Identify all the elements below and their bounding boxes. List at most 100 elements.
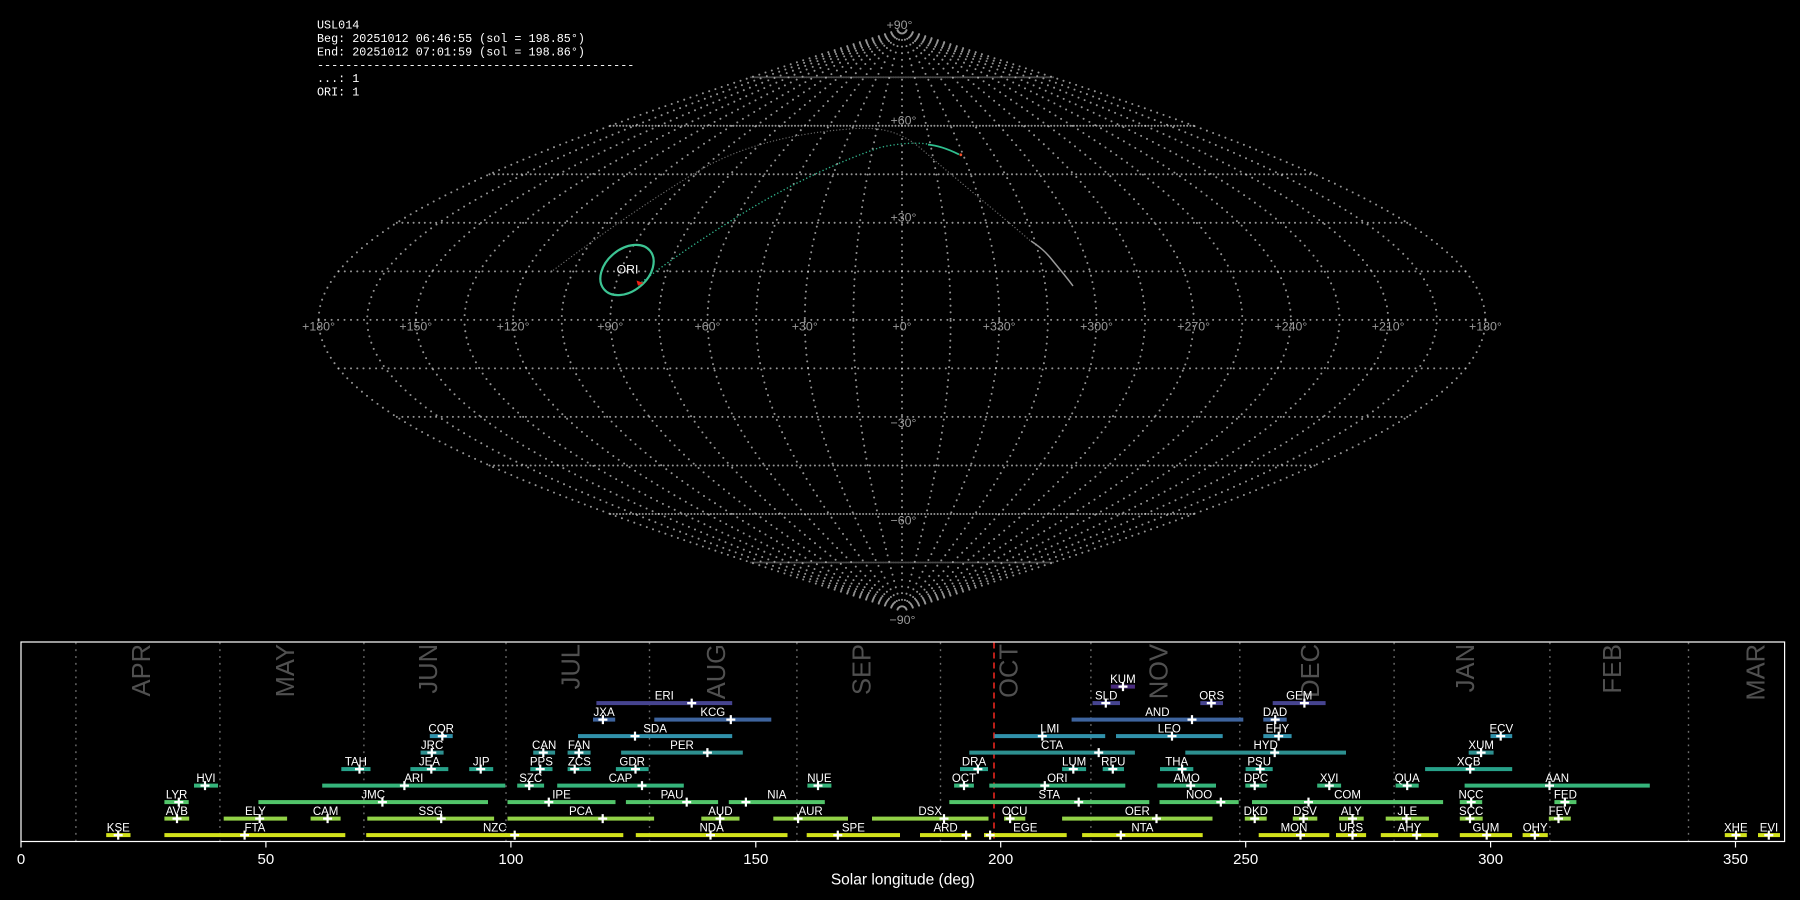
svg-text:+30°: +30° [792, 320, 818, 334]
svg-text:THA: THA [1165, 756, 1188, 768]
svg-text:SCC: SCC [1459, 806, 1483, 818]
svg-text:RPU: RPU [1101, 756, 1125, 768]
svg-text:300: 300 [1478, 851, 1503, 868]
svg-text:GEM: GEM [1286, 690, 1312, 702]
svg-text:LUM: LUM [1062, 756, 1086, 768]
svg-text:NCC: NCC [1459, 789, 1484, 801]
svg-text:DRA: DRA [962, 756, 987, 768]
svg-text:+60°: +60° [891, 114, 917, 128]
svg-text:COM: COM [1334, 789, 1361, 801]
svg-text:JMC: JMC [361, 789, 385, 801]
svg-text:XUM: XUM [1468, 740, 1494, 752]
svg-text:KSE: KSE [107, 822, 130, 834]
svg-text:HVI: HVI [196, 773, 215, 785]
svg-text:350: 350 [1723, 851, 1748, 868]
svg-text:FAN: FAN [568, 740, 590, 752]
svg-text:+30°: +30° [891, 211, 917, 225]
svg-text:AVB: AVB [166, 806, 188, 818]
svg-text:NDA: NDA [699, 822, 724, 834]
svg-text:XHE: XHE [1724, 822, 1748, 834]
svg-text:TAH: TAH [345, 756, 367, 768]
svg-text:+90°: +90° [597, 320, 623, 334]
svg-text:AMO: AMO [1174, 773, 1200, 785]
svg-text:URS: URS [1339, 822, 1364, 834]
svg-text:LEO: LEO [1158, 723, 1181, 735]
svg-text:KUM: KUM [1110, 674, 1136, 686]
svg-text:EVI: EVI [1760, 822, 1779, 834]
svg-text:JEA: JEA [419, 756, 440, 768]
svg-text:AND: AND [1145, 707, 1169, 719]
svg-text:JRC: JRC [421, 740, 443, 752]
svg-text:NTA: NTA [1131, 822, 1153, 834]
svg-text:AUR: AUR [798, 806, 822, 818]
svg-text:JIP: JIP [473, 756, 490, 768]
svg-text:+180°: +180° [1469, 320, 1502, 334]
svg-text:FED: FED [1554, 789, 1577, 801]
svg-text:+270°: +270° [1177, 320, 1210, 334]
svg-text:+150°: +150° [399, 320, 432, 334]
svg-text:ARD: ARD [933, 822, 957, 834]
svg-text:CAN: CAN [532, 740, 556, 752]
svg-text:+0°: +0° [892, 320, 911, 334]
svg-text:JUL: JUL [558, 644, 586, 689]
svg-text:QUA: QUA [1395, 773, 1420, 785]
svg-text:SZC: SZC [519, 773, 542, 785]
svg-text:SDA: SDA [643, 723, 667, 735]
svg-text:ORI: ORI [1047, 773, 1067, 785]
svg-text:AUD: AUD [708, 806, 732, 818]
svg-text:FTA: FTA [244, 822, 265, 834]
svg-text:GDR: GDR [619, 756, 645, 768]
svg-text:OCT: OCT [996, 644, 1024, 698]
svg-text:USL014: USL014 [317, 19, 359, 33]
svg-text:STA: STA [1039, 789, 1061, 801]
svg-text:SPE: SPE [842, 822, 865, 834]
svg-text:PER: PER [670, 740, 694, 752]
svg-text:NZC: NZC [483, 822, 507, 834]
svg-text:KCG: KCG [700, 707, 725, 719]
svg-text:+240°: +240° [1274, 320, 1307, 334]
svg-text:ELY: ELY [245, 806, 266, 818]
svg-text:ORI: ORI [617, 263, 639, 277]
svg-text:OHY: OHY [1523, 822, 1548, 834]
svg-text:ORS: ORS [1199, 690, 1224, 702]
svg-text:EGE: EGE [1013, 822, 1038, 834]
svg-text:NOO: NOO [1186, 789, 1212, 801]
svg-text:Beg: 20251012 06:46:55 (sol =: Beg: 20251012 06:46:55 (sol = 198.85°) [317, 32, 585, 46]
svg-text:MAY: MAY [272, 644, 300, 697]
svg-text:EHY: EHY [1266, 723, 1290, 735]
svg-text:+120°: +120° [497, 320, 530, 334]
svg-text:LYR: LYR [166, 789, 188, 801]
svg-text:JAN: JAN [1452, 644, 1480, 692]
svg-text:CAM: CAM [313, 806, 339, 818]
svg-text:------------------------------: ----------------------------------------… [317, 59, 634, 73]
svg-text:MON: MON [1281, 822, 1308, 834]
svg-text:AHY: AHY [1398, 822, 1422, 834]
svg-text:...: 1: ...: 1 [317, 72, 359, 86]
svg-text:Solar longitude (deg): Solar longitude (deg) [831, 872, 975, 889]
svg-text:+90°: +90° [887, 18, 913, 32]
svg-text:+210°: +210° [1372, 320, 1405, 334]
svg-text:SSG: SSG [419, 806, 443, 818]
svg-text:LMI: LMI [1040, 723, 1059, 735]
svg-text:ECV: ECV [1489, 723, 1513, 735]
svg-text:HYD: HYD [1254, 740, 1278, 752]
svg-text:−30°: −30° [891, 416, 917, 430]
svg-text:APR: APR [128, 644, 156, 696]
svg-text:CQR: CQR [428, 723, 454, 735]
svg-text:JXA: JXA [594, 707, 615, 719]
svg-text:0: 0 [17, 851, 25, 868]
svg-text:−60°: −60° [891, 514, 917, 528]
svg-text:XVI: XVI [1320, 773, 1339, 785]
svg-text:CTA: CTA [1041, 740, 1063, 752]
svg-text:ALY: ALY [1341, 806, 1362, 818]
svg-text:DKD: DKD [1244, 806, 1268, 818]
svg-text:PPS: PPS [530, 756, 553, 768]
svg-text:ARI: ARI [404, 773, 423, 785]
svg-text:+300°: +300° [1080, 320, 1113, 334]
svg-text:ORI: 1: ORI: 1 [317, 86, 359, 100]
svg-text:SEP: SEP [849, 644, 877, 695]
svg-text:MAR: MAR [1743, 644, 1771, 701]
svg-text:SLD: SLD [1095, 690, 1117, 702]
svg-text:100: 100 [498, 851, 523, 868]
svg-text:NIA: NIA [767, 789, 787, 801]
